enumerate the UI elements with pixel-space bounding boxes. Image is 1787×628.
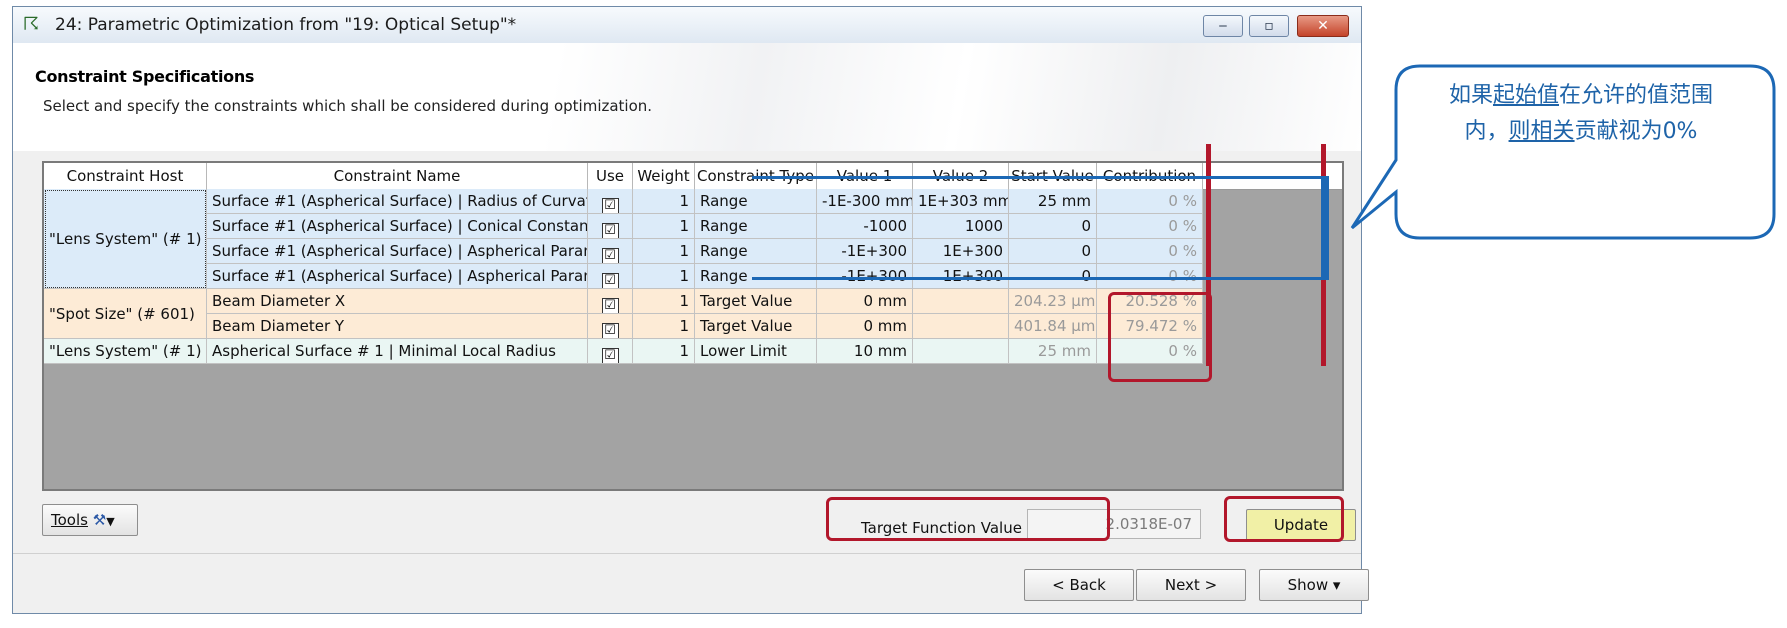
page-title: Constraint Specifications <box>35 67 255 86</box>
constraint-type[interactable]: Lower Limit <box>695 339 817 364</box>
table-row[interactable]: Surface #1 (Aspherical Surface) | Conica… <box>44 214 1342 239</box>
use-checkbox[interactable]: ☑ <box>601 348 619 363</box>
value-1[interactable]: 0 mm <box>817 314 913 339</box>
bracket-bottom-line <box>752 277 1322 280</box>
weight[interactable]: 1 <box>633 264 695 289</box>
window-title: 24: Parametric Optimization from "19: Op… <box>55 15 517 35</box>
page-subtitle: Select and specify the constraints which… <box>43 97 653 115</box>
use-checkbox[interactable]: ☑ <box>601 323 619 338</box>
callout-text: 如果起始值在允许的值范围 内，则相关贡献视为0% <box>1400 78 1762 150</box>
constraint-name: Surface #1 (Aspherical Surface) | Aspher… <box>207 264 588 289</box>
value-2[interactable] <box>913 289 1009 314</box>
table-row[interactable]: Surface #1 (Aspherical Surface) | Aspher… <box>44 239 1342 264</box>
constraint-type[interactable]: Target Value <box>695 289 817 314</box>
app-icon: ☈ <box>23 14 40 35</box>
use-checkbox[interactable]: ☑ <box>601 273 619 288</box>
constraint-name: Beam Diameter Y <box>207 314 588 339</box>
weight[interactable]: 1 <box>633 239 695 264</box>
footer-divider <box>13 553 1361 554</box>
value-1[interactable]: -1E-300 mm <box>817 189 913 214</box>
constraint-type[interactable]: Range <box>695 214 817 239</box>
use-checkbox[interactable]: ☑ <box>601 223 619 238</box>
bracket-top-line <box>752 176 1322 179</box>
tools-icon: ⚒ <box>92 511 107 529</box>
weight[interactable]: 1 <box>633 339 695 364</box>
weight[interactable]: 1 <box>633 314 695 339</box>
show-button[interactable]: Show ▾ <box>1259 569 1369 601</box>
callout-line-2: 内，则相关贡献视为0% <box>1464 119 1698 144</box>
use-cell: ☑ <box>588 264 633 289</box>
use-cell: ☑ <box>588 189 633 214</box>
close-button[interactable]: ✕ <box>1297 15 1349 37</box>
value-2[interactable]: 1E+300 <box>913 239 1009 264</box>
use-checkbox[interactable]: ☑ <box>601 248 619 263</box>
constraint-type[interactable]: Range <box>695 189 817 214</box>
constraint-name: Beam Diameter X <box>207 289 588 314</box>
dropdown-arrow-icon: ▼ <box>106 515 115 528</box>
start-value-highlight <box>1108 292 1212 382</box>
use-cell: ☑ <box>588 339 633 364</box>
value-1[interactable]: 10 mm <box>817 339 913 364</box>
target-function-highlight <box>826 497 1110 541</box>
start-value: 25 mm <box>1009 189 1097 214</box>
value-1[interactable]: 0 mm <box>817 289 913 314</box>
next-button[interactable]: Next > <box>1136 569 1246 601</box>
value-1[interactable]: -1000 <box>817 214 913 239</box>
constraint-name: Aspherical Surface # 1 | Minimal Local R… <box>207 339 588 364</box>
constraint-name: Surface #1 (Aspherical Surface) | Aspher… <box>207 239 588 264</box>
use-cell: ☑ <box>588 289 633 314</box>
constraint-type[interactable]: Target Value <box>695 314 817 339</box>
constraint-name: Surface #1 (Aspherical Surface) | Radius… <box>207 189 588 214</box>
weight[interactable]: 1 <box>633 289 695 314</box>
col-constraint-name[interactable]: Constraint Name <box>207 163 588 189</box>
update-highlight <box>1224 496 1344 542</box>
callout-line-1: 如果起始值在允许的值范围 <box>1448 83 1714 108</box>
contribution: 0 % <box>1097 189 1203 214</box>
value-2[interactable] <box>913 339 1009 364</box>
use-checkbox[interactable]: ☑ <box>601 198 619 213</box>
col-constraint-host[interactable]: Constraint Host <box>44 163 207 189</box>
constraint-name: Surface #1 (Aspherical Surface) | Conica… <box>207 214 588 239</box>
use-cell: ☑ <box>588 214 633 239</box>
constraint-type[interactable]: Range <box>695 239 817 264</box>
start-value: 0 <box>1009 239 1097 264</box>
use-cell: ☑ <box>588 239 633 264</box>
tools-label: Tools <box>51 511 88 529</box>
tools-button[interactable]: Tools ⚒▼ <box>42 504 138 536</box>
back-button[interactable]: < Back <box>1024 569 1134 601</box>
value-1[interactable]: -1E+300 <box>817 239 913 264</box>
start-value: 204.23 µm <box>1009 289 1097 314</box>
maximize-button[interactable]: ▫ <box>1249 15 1289 37</box>
col-use[interactable]: Use <box>588 163 633 189</box>
contribution: 0 % <box>1097 239 1203 264</box>
col-weight[interactable]: Weight <box>633 163 695 189</box>
minimize-button[interactable]: ‒ <box>1203 15 1243 37</box>
start-value: 401.84 µm <box>1009 314 1097 339</box>
value-2[interactable]: 1E+303 mm <box>913 189 1009 214</box>
use-cell: ☑ <box>588 314 633 339</box>
value-2[interactable]: 1000 <box>913 214 1009 239</box>
contribution: 0 % <box>1097 214 1203 239</box>
table-row[interactable]: Surface #1 (Aspherical Surface) | Radius… <box>44 189 1342 214</box>
value-2[interactable] <box>913 314 1009 339</box>
title-bar: ☈ 24: Parametric Optimization from "19: … <box>13 7 1361 43</box>
start-value: 25 mm <box>1009 339 1097 364</box>
bracket-vertical-line <box>1321 176 1329 280</box>
wizard-header: Constraint Specifications Select and spe… <box>13 43 1361 152</box>
use-checkbox[interactable]: ☑ <box>601 298 619 313</box>
start-value: 0 <box>1009 214 1097 239</box>
weight[interactable]: 1 <box>633 189 695 214</box>
weight[interactable]: 1 <box>633 214 695 239</box>
